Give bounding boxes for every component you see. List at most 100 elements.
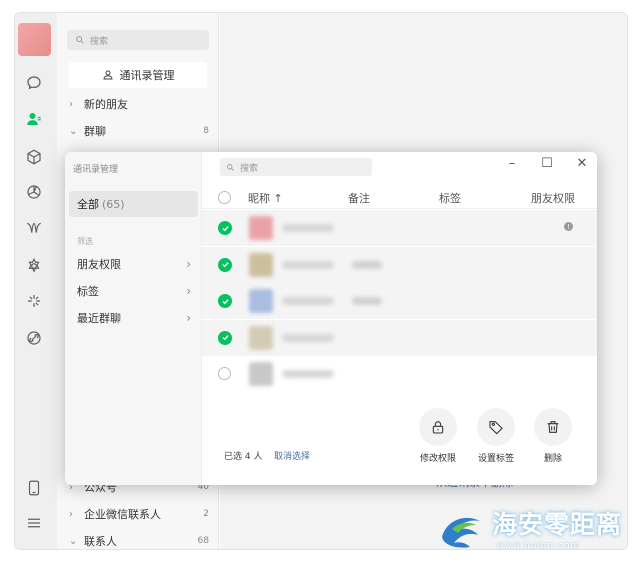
info-icon: ! (564, 222, 573, 231)
filter-label: 最近群聊 (77, 312, 121, 325)
dialog-sidebar: 通讯录管理 全部 (65) 筛选 朋友权限 › 标签 › 最近群聊 › (65, 152, 202, 485)
contact-avatar (249, 216, 273, 240)
lock-icon (419, 408, 457, 446)
watermark-logo (442, 517, 480, 548)
list-item-label: 新的朋友 (84, 98, 128, 111)
filter-tags[interactable]: 标签 › (77, 281, 191, 301)
site-watermark: 海安零距离 www.haian.com (436, 503, 636, 559)
contact-row[interactable] (202, 283, 597, 319)
dialog-content: 搜索 – ☐ ✕ 昵称 ↑ 备注 标签 朋友权限 ! 已选 4 人 取消选择 修… (202, 152, 597, 485)
contacts-manage-button[interactable]: 通讯录管理 (69, 62, 207, 88)
list-item-count: 68 (197, 536, 209, 546)
action-label: 设置标签 (477, 454, 514, 464)
person-icon (102, 70, 113, 80)
channels-icon[interactable] (24, 218, 44, 238)
contact-row[interactable] (202, 356, 597, 392)
filter-friend-permission[interactable]: 朋友权限 › (77, 254, 191, 274)
phone-icon[interactable] (24, 478, 44, 498)
column-name[interactable]: 昵称 ↑ (248, 190, 283, 206)
chevron-right-icon: › (186, 257, 191, 271)
moments-icon[interactable] (24, 182, 44, 202)
list-item-label: 企业微信联系人 (84, 508, 161, 521)
column-permission: 朋友权限 (531, 192, 575, 205)
checked-checkbox[interactable] (218, 257, 232, 272)
contacts-manager-dialog: 通讯录管理 全部 (65) 筛选 朋友权限 › 标签 › 最近群聊 › 搜索 –… (65, 152, 597, 485)
list-item-label: 联系人 (84, 535, 117, 548)
user-avatar[interactable] (18, 23, 51, 56)
maximize-icon[interactable]: ☐ (540, 156, 554, 171)
minimize-icon[interactable]: – (505, 156, 519, 171)
action-label: 删除 (543, 454, 562, 464)
filter-all[interactable]: 全部 (65) (69, 191, 198, 217)
list-item-group-chats[interactable]: ⌄ 群聊 8 (69, 121, 209, 141)
filter-heading: 筛选 (77, 237, 93, 246)
contacts-search-input[interactable]: 搜索 (67, 30, 209, 50)
column-note: 备注 (348, 192, 370, 205)
edit-permission-button[interactable]: 修改权限 (416, 408, 460, 464)
chevron-right-icon: › (69, 98, 73, 110)
dialog-search-input[interactable]: 搜索 (220, 158, 372, 176)
contact-name-blurred (282, 370, 334, 378)
contact-name-blurred (282, 333, 334, 342)
chevron-down-icon: ⌄ (69, 535, 78, 547)
cancel-selection-link[interactable]: 取消选择 (274, 449, 310, 462)
list-item-count: 8 (203, 126, 209, 136)
filter-label: 朋友权限 (77, 258, 121, 271)
set-tag-button[interactable]: 设置标签 (474, 408, 518, 464)
contact-note-blurred (352, 297, 382, 305)
checked-checkbox[interactable] (218, 221, 232, 235)
search-icon (76, 36, 84, 44)
contact-avatar (249, 325, 273, 350)
list-item-contacts[interactable]: ⌄ 联系人 68 (69, 531, 209, 549)
contacts-search-placeholder: 搜索 (90, 36, 109, 47)
watermark-text: 海安零距离 (492, 510, 623, 539)
contact-row[interactable] (202, 246, 597, 283)
filter-all-label: 全部 (77, 198, 99, 211)
chevron-right-icon: › (69, 508, 73, 520)
contact-avatar (249, 252, 273, 277)
link-icon[interactable] (24, 328, 44, 348)
menu-icon[interactable] (24, 513, 44, 533)
contact-avatar (249, 362, 273, 386)
dialog-title: 通讯录管理 (73, 165, 119, 175)
delete-button[interactable]: 删除 (531, 408, 575, 464)
filter-all-count: (65) (102, 197, 125, 211)
column-tag: 标签 (439, 192, 461, 205)
contacts-icon[interactable] (24, 109, 44, 129)
favorites-icon[interactable] (24, 147, 44, 167)
action-label: 修改权限 (419, 454, 456, 464)
filter-recent-groups[interactable]: 最近群聊 › (77, 308, 191, 328)
contact-row[interactable] (202, 319, 597, 356)
contact-name-blurred (282, 260, 334, 269)
chevron-right-icon: › (186, 311, 191, 325)
checked-checkbox[interactable] (218, 330, 232, 345)
contact-avatar (249, 289, 273, 313)
select-all-checkbox[interactable] (218, 191, 231, 204)
trash-icon (534, 408, 572, 446)
unchecked-checkbox[interactable] (218, 367, 231, 380)
table-header: 昵称 ↑ 备注 标签 朋友权限 (202, 185, 597, 209)
watermark-url: www.haian.com (496, 541, 581, 551)
contact-name-blurred (282, 297, 334, 305)
search-icon (227, 163, 234, 171)
search-feature-icon[interactable] (24, 256, 44, 276)
filter-label: 标签 (77, 285, 99, 298)
selected-count: 已选 4 人 (224, 452, 263, 462)
mini-program-icon[interactable] (24, 291, 44, 311)
contacts-manage-label: 通讯录管理 (119, 69, 175, 82)
contact-row[interactable]: ! (202, 210, 597, 246)
chat-icon[interactable] (24, 73, 44, 93)
checked-checkbox[interactable] (218, 294, 232, 308)
chevron-down-icon: ⌄ (69, 125, 78, 137)
dialog-search-placeholder: 搜索 (240, 163, 259, 174)
list-item-new-friends[interactable]: › 新的朋友 (69, 94, 209, 114)
chevron-right-icon: › (186, 284, 191, 298)
contact-name-blurred (282, 224, 334, 232)
nav-rail (15, 13, 57, 549)
list-item-count: 2 (203, 509, 209, 519)
tag-icon (477, 408, 515, 446)
list-item-label: 群聊 (84, 125, 106, 138)
close-icon[interactable]: ✕ (575, 156, 589, 171)
contact-note-blurred (352, 260, 382, 269)
list-item-work-contacts[interactable]: › 企业微信联系人 2 (69, 504, 209, 524)
